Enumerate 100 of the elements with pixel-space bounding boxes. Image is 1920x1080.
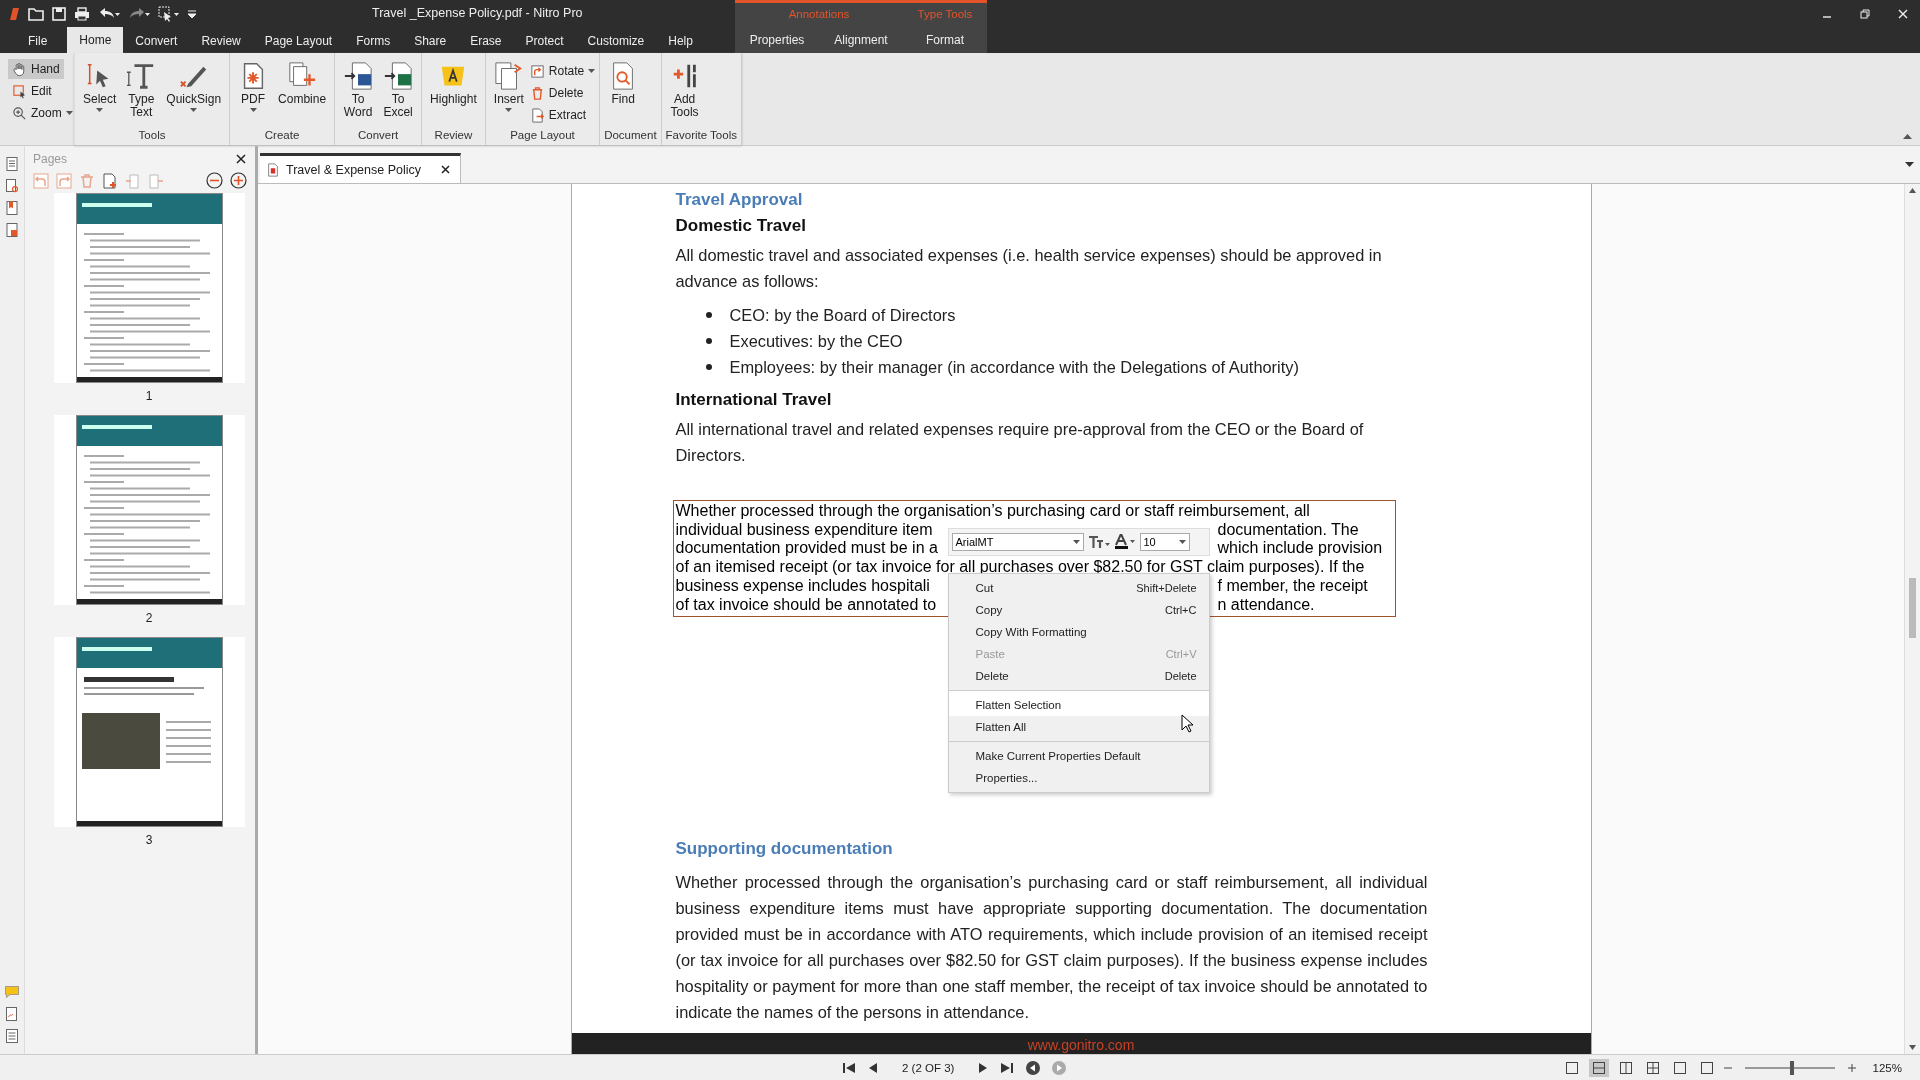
back-icon[interactable]	[1026, 1060, 1041, 1075]
ribbon-tab[interactable]: Properties	[735, 27, 819, 53]
ribbon-button[interactable]: To Excel	[379, 59, 418, 127]
ribbon-tab[interactable]: Convert	[123, 29, 190, 53]
close-icon[interactable]	[236, 154, 246, 164]
restore-icon[interactable]	[1860, 8, 1870, 19]
zoom-icon	[12, 105, 27, 121]
menu-item[interactable]: Cut Shift+Delete	[948, 577, 1209, 599]
ribbon-tab[interactable]: File	[12, 29, 64, 53]
zoom-level[interactable]: 125%	[1872, 1061, 1902, 1074]
ribbon-tab[interactable]: Page Layout	[252, 29, 345, 53]
collapse-ribbon-icon[interactable]	[1903, 133, 1912, 139]
ribbon-tab[interactable]: Erase	[458, 29, 514, 53]
mode-tool-button[interactable]: Hand	[8, 59, 64, 79]
select-tool-icon[interactable]	[158, 5, 180, 22]
ribbon-tab[interactable]: Format	[903, 27, 987, 53]
menu-item[interactable]: Properties...	[948, 767, 1209, 789]
ribbon-button[interactable]: Select	[79, 59, 121, 127]
font-size-dropdown[interactable]: 10	[1139, 533, 1190, 551]
mode-tool-button[interactable]: Edit	[8, 81, 56, 101]
text-line: documentation provided must be in a	[675, 539, 938, 559]
ribbon-group-label: Document	[604, 128, 657, 143]
ribbon-tab[interactable]: Protect	[513, 29, 576, 53]
zoom-out-icon[interactable]	[206, 172, 223, 189]
signature-icon	[4, 1006, 20, 1022]
ribbon-tab[interactable]: Home	[67, 27, 124, 53]
ribbon-button[interactable]: Combine	[274, 59, 331, 127]
bullet-icon	[705, 338, 712, 344]
close-icon[interactable]	[441, 165, 450, 174]
edit-icon	[12, 83, 27, 99]
ribbon-group-label: Favorite Tools	[665, 128, 737, 143]
mode-tool-button[interactable]: Zoom	[8, 103, 77, 123]
next-page-icon[interactable]	[978, 1061, 989, 1074]
pdf-file-icon	[266, 162, 280, 177]
menu-item[interactable]: Delete Delete	[948, 665, 1209, 687]
caret-icon	[1178, 540, 1186, 544]
ribbon-tab[interactable]: Help	[656, 29, 705, 53]
subheading: International Travel	[675, 390, 832, 410]
ribbon-tab[interactable]: Forms	[344, 29, 403, 53]
text-line: which include provision	[1217, 539, 1383, 559]
ribbon-tab[interactable]: Share	[402, 29, 459, 53]
ribbon-button[interactable]: PDF	[234, 59, 273, 127]
list-item: Employees: by their manager (in accordance with the Delegations of Authority)	[729, 357, 1299, 378]
customize-menu-icon[interactable]	[188, 8, 196, 19]
ribbon-button[interactable]: Type Text	[122, 59, 161, 127]
paragraph: Whether processed through the organisation’s purchasing card or staff reimbursement, all individual business expenditure items must have appropriate supporting documentation. The documentation provided must be in accordance with ATO requirements, which include provision of an itemised receipt (or tax invoice for all purchases over $82.50 for GST claim purposes). If the business expense includes hospitality or payment for more than one staff member, the receipt of tax invoice should be annotated to indicate the names of the persons in attendance.	[675, 872, 1428, 1024]
menu-item[interactable]: Flatten Selection	[948, 690, 1209, 716]
first-page-icon[interactable]	[842, 1061, 856, 1074]
ribbon-tab[interactable]: Review	[189, 29, 253, 53]
ribbon-group-label: Review	[433, 128, 474, 143]
hand-icon	[12, 61, 27, 77]
menu-item[interactable]: Copy With Formatting	[948, 621, 1209, 643]
contextual-tab-group-label: Type Tools	[916, 7, 974, 22]
ribbon-button[interactable]: Insert	[489, 59, 528, 127]
last-page-icon[interactable]	[1000, 1061, 1015, 1074]
page-thumbnail-drawing[interactable]	[53, 415, 245, 605]
scrollbar-thumb[interactable]	[1909, 578, 1916, 638]
scroll-down-icon[interactable]	[1909, 1045, 1916, 1050]
save-icon[interactable]	[52, 6, 66, 21]
ribbon-group-label: Tools	[137, 128, 167, 143]
page-thumbnail-drawing[interactable]	[53, 637, 245, 827]
ribbon-button[interactable]: Extract	[529, 105, 596, 125]
vertical-scrollbar[interactable]	[1904, 184, 1920, 1054]
page-number: 2	[145, 611, 153, 625]
list-item: CEO: by the Board of Directors	[729, 305, 956, 326]
previous-page-icon[interactable]	[868, 1061, 878, 1074]
mouse-pointer-icon	[1180, 714, 1193, 733]
text-line: of an itemised receipt (or tax invoice for all purchases over $82.50 for GST claim purposes). If the	[675, 558, 1365, 577]
ribbon-button[interactable]: QuickSign	[162, 59, 226, 127]
section-heading: Supporting documentation	[675, 839, 893, 860]
zoom-in-icon[interactable]	[230, 172, 247, 189]
view-mode-button[interactable]	[1588, 1058, 1609, 1077]
word-document-icon	[343, 61, 374, 91]
ribbon-button[interactable]: Delete	[529, 83, 596, 103]
tab-list-caret-icon[interactable]	[1905, 162, 1914, 167]
text-size-icon[interactable]	[1087, 535, 1110, 549]
page-thumbnail-drawing[interactable]	[53, 193, 245, 383]
menu-item[interactable]: Flatten All	[948, 716, 1209, 738]
document-tab[interactable]: Travel & Expense Policy	[260, 153, 461, 183]
caret-icon	[588, 69, 596, 73]
ribbon-button[interactable]: Highlight	[426, 59, 481, 127]
ribbon-button[interactable]: Rotate	[529, 61, 596, 81]
page-indicator[interactable]: 2 (2 OF 3)	[902, 1061, 955, 1074]
panel-search-icon	[4, 178, 20, 194]
ribbon-group-label: Page Layout	[509, 128, 576, 143]
ribbon-button[interactable]: To Word	[339, 59, 378, 127]
ribbon-button[interactable]: Find	[604, 59, 643, 127]
font-dropdown[interactable]: ArialMT	[951, 533, 1084, 551]
text-line: documentation. The	[1217, 520, 1359, 540]
font-color-icon[interactable]	[1113, 534, 1136, 550]
ribbon-button[interactable]: Add Tools	[665, 59, 704, 127]
menu-item[interactable]: Make Current Properties Default	[948, 741, 1209, 767]
scroll-up-icon[interactable]	[1909, 188, 1916, 193]
menu-item[interactable]: Copy Ctrl+C	[948, 599, 1209, 621]
folder-icon[interactable]	[28, 6, 44, 21]
ribbon-tab[interactable]: Alignment	[819, 27, 903, 53]
ribbon-tab[interactable]: Customize	[575, 29, 657, 53]
print-icon[interactable]	[74, 6, 90, 21]
add-page-icon[interactable]	[102, 172, 118, 189]
zoom-in-icon[interactable]	[1847, 1063, 1856, 1072]
